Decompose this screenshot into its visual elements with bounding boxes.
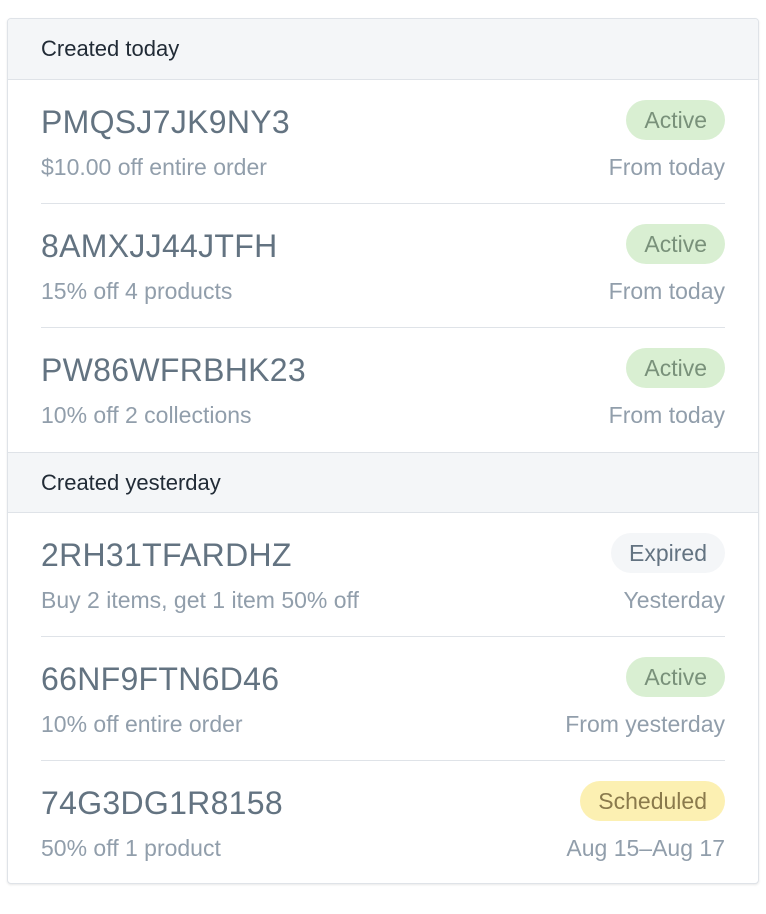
discount-description: 50% off 1 product <box>41 835 221 861</box>
discount-date: Yesterday <box>623 587 725 613</box>
discount-item[interactable]: PW86WFRBHK23 10% off 2 collections Activ… <box>41 328 725 452</box>
status-badge: Active <box>626 348 725 388</box>
discount-list-card: Created today PMQSJ7JK9NY3 $10.00 off en… <box>7 18 759 884</box>
discount-description: 10% off 2 collections <box>41 402 252 428</box>
discount-date: From today <box>608 154 725 180</box>
discount-code: 66NF9FTN6D46 <box>41 661 280 697</box>
section-title: Created yesterday <box>41 469 221 495</box>
discount-code: PMQSJ7JK9NY3 <box>41 104 291 140</box>
discount-item[interactable]: 74G3DG1R8158 50% off 1 product Scheduled… <box>41 761 725 883</box>
discount-date: From yesterday <box>565 711 725 737</box>
section-title: Created today <box>41 36 180 61</box>
status-badge: Scheduled <box>580 781 725 821</box>
discount-item[interactable]: 8AMXJJ44JTFH 15% off 4 products Active F… <box>41 204 725 328</box>
status-badge: Expired <box>611 533 725 573</box>
discount-item[interactable]: 2RH31TFARDHZ Buy 2 items, get 1 item 50%… <box>41 513 725 637</box>
discount-date: From today <box>608 402 725 428</box>
discount-code: 2RH31TFARDHZ <box>41 537 292 573</box>
discount-description: Buy 2 items, get 1 item 50% off <box>41 587 359 613</box>
status-badge: Active <box>626 224 725 264</box>
section-header-today: Created today <box>8 19 758 80</box>
discount-description: $10.00 off entire order <box>41 154 267 180</box>
discount-description: 10% off entire order <box>41 711 243 737</box>
status-badge: Active <box>626 657 725 697</box>
discount-item[interactable]: 66NF9FTN6D46 10% off entire order Active… <box>41 637 725 761</box>
discount-item[interactable]: PMQSJ7JK9NY3 $10.00 off entire order Act… <box>41 80 725 204</box>
discount-code: 74G3DG1R8158 <box>41 785 283 821</box>
discount-description: 15% off 4 products <box>41 278 233 304</box>
section-header-yesterday: Created yesterday <box>8 452 758 513</box>
discount-code: PW86WFRBHK23 <box>41 352 306 388</box>
discount-code: 8AMXJJ44JTFH <box>41 228 278 264</box>
discount-date: From today <box>608 278 725 304</box>
status-badge: Active <box>626 100 725 140</box>
discount-date: Aug 15–Aug 17 <box>566 835 725 861</box>
